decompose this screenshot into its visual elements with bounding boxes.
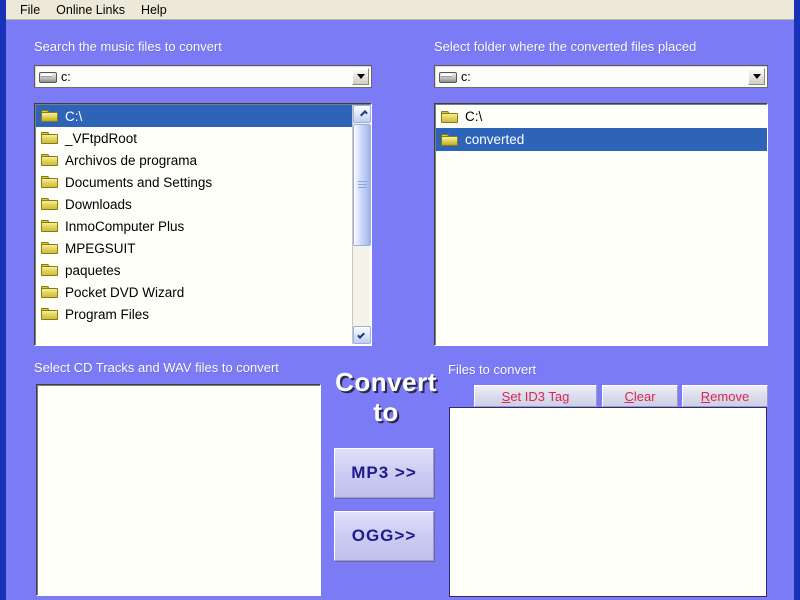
drive-icon	[39, 71, 57, 83]
list-item[interactable]: MPEGSUIT	[36, 237, 354, 259]
source-folder-list: C:\ _VFtpdRoot Archivos de programa Docu…	[36, 105, 354, 344]
clear-rest: lear	[633, 388, 656, 404]
scrollbar-thumb[interactable]	[353, 124, 371, 246]
source-list-scrollbar[interactable]	[352, 105, 371, 344]
list-item-label: C:\	[465, 109, 483, 124]
tracks-list	[38, 386, 320, 594]
list-item[interactable]: Downloads	[36, 193, 354, 215]
menu-bar: File Online Links Help	[6, 0, 794, 20]
remove-label: Remove	[701, 389, 749, 404]
remove-button[interactable]: Remove	[682, 385, 768, 407]
folder-icon	[41, 241, 59, 255]
source-folder-listbox[interactable]: C:\ _VFtpdRoot Archivos de programa Docu…	[34, 103, 372, 346]
folder-icon	[41, 307, 59, 321]
list-item-label: MPEGSUIT	[65, 240, 136, 256]
folder-icon	[441, 110, 459, 124]
tracks-panel-label: Select CD Tracks and WAV files to conver…	[34, 360, 279, 375]
list-item-label: C:\	[65, 108, 83, 124]
menu-file[interactable]: File	[12, 1, 48, 19]
folder-icon	[41, 153, 59, 167]
chevron-down-icon[interactable]	[748, 68, 765, 85]
application-window: File Online Links Help Search the music …	[0, 0, 800, 600]
folder-icon	[41, 131, 59, 145]
list-item[interactable]: converted	[436, 128, 767, 151]
list-item-label: Program Files	[65, 306, 150, 322]
convert-to-title: Convert to	[326, 367, 446, 427]
folder-icon	[41, 219, 59, 233]
list-item[interactable]: Documents and Settings	[36, 171, 354, 193]
folder-icon	[41, 263, 59, 277]
set-id3-tag-label: Set ID3 Tag	[502, 389, 570, 404]
list-item[interactable]: C:\	[36, 105, 354, 127]
files-to-convert-listbox[interactable]	[449, 407, 767, 597]
dest-folder-listbox[interactable]: C:\ converted	[434, 103, 768, 346]
list-item[interactable]: _VFtpdRoot	[36, 127, 354, 149]
dest-panel-label: Select folder where the converted files …	[434, 39, 697, 54]
list-item-label: Downloads	[65, 196, 132, 212]
set-id3-tag-accel: S	[501, 388, 511, 404]
convert-title-line1: Convert	[335, 367, 437, 397]
dest-drive-value: c:	[461, 69, 471, 84]
folder-icon	[41, 175, 59, 189]
list-item[interactable]: Program Files	[36, 303, 354, 325]
files-to-convert-list	[451, 409, 766, 595]
source-drive-value: c:	[61, 69, 71, 84]
list-item[interactable]: InmoComputer Plus	[36, 215, 354, 237]
grip-icon	[358, 181, 367, 189]
menu-help[interactable]: Help	[133, 1, 175, 19]
dest-folder-list: C:\ converted	[436, 105, 767, 344]
convert-to-mp3-button[interactable]: MP3 >>	[334, 448, 434, 498]
source-panel-label: Search the music files to convert	[34, 39, 222, 54]
folder-icon	[41, 285, 59, 299]
set-id3-tag-rest: et ID3 Tag	[510, 388, 570, 404]
dest-drive-combo[interactable]: c:	[434, 65, 768, 88]
remove-rest: emove	[710, 388, 750, 404]
files-panel-label: Files to convert	[448, 362, 537, 377]
list-item[interactable]: C:\	[436, 105, 767, 128]
scroll-up-button[interactable]	[353, 105, 371, 123]
folder-icon	[41, 197, 59, 211]
ogg-button-label: OGG>>	[351, 526, 417, 545]
list-item-label: InmoComputer Plus	[65, 218, 185, 234]
folder-icon	[441, 133, 459, 147]
mp3-button-label: MP3 >>	[351, 463, 417, 482]
chevron-down-icon[interactable]	[352, 68, 369, 85]
list-item[interactable]: Pocket DVD Wizard	[36, 281, 354, 303]
list-item-label: Documents and Settings	[65, 174, 213, 190]
list-item-label: _VFtpdRoot	[65, 130, 138, 146]
chevron-down-icon	[356, 331, 365, 339]
clear-button[interactable]: Clear	[602, 385, 678, 407]
chevron-up-icon	[359, 110, 368, 118]
clear-accel: C	[624, 388, 634, 404]
convert-title-line2: to	[373, 397, 399, 427]
scroll-down-button[interactable]	[353, 326, 371, 344]
folder-icon	[41, 109, 59, 123]
list-item-label: paquetes	[65, 262, 121, 278]
remove-accel: R	[700, 388, 711, 404]
list-item[interactable]: Archivos de programa	[36, 149, 354, 171]
list-item[interactable]: paquetes	[36, 259, 354, 281]
list-item-label: Archivos de programa	[65, 152, 198, 168]
clear-label: Clear	[624, 389, 655, 404]
list-item-label: converted	[465, 132, 525, 147]
set-id3-tag-button[interactable]: Set ID3 Tag	[474, 385, 597, 407]
convert-to-ogg-button[interactable]: OGG>>	[334, 511, 434, 561]
list-item-label: Pocket DVD Wizard	[65, 284, 185, 300]
tracks-listbox[interactable]	[36, 384, 321, 596]
source-drive-combo[interactable]: c:	[34, 65, 372, 88]
menu-online-links[interactable]: Online Links	[48, 1, 133, 19]
drive-icon	[439, 71, 457, 83]
